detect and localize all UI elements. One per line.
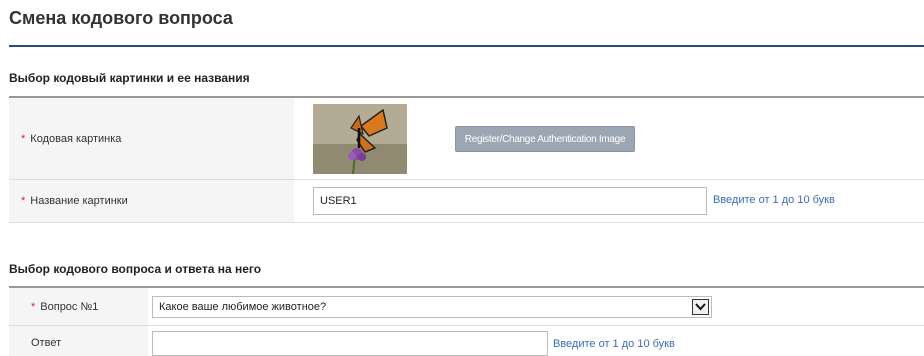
image-settings-table: * Кодовая картинка Register/Change Authe… (9, 96, 924, 223)
answer-row: Ответ Введите от 1 до 10 букв (9, 326, 924, 356)
register-change-image-button[interactable]: Register/Change Authentication Image (455, 126, 635, 152)
image-section-title: Выбор кодовый картинки и ее названия (9, 71, 250, 85)
answer-label: Ответ (31, 336, 62, 349)
page-title: Смена кодового вопроса (9, 8, 233, 28)
image-name-input[interactable] (313, 187, 707, 215)
question-section-title: Выбор кодового вопроса и ответа на него (9, 262, 262, 276)
answer-input[interactable] (152, 331, 548, 356)
answer-label-cell: Ответ (9, 326, 148, 356)
question-label: Вопрос №1 (40, 300, 99, 313)
question-label-cell: * Вопрос №1 (9, 288, 148, 325)
question-row: * Вопрос №1 Какое ваше любимое животное? (9, 288, 924, 326)
image-row-label-cell: * Кодовая картинка (9, 98, 294, 179)
image-name-label-cell: * Название картинки (9, 180, 294, 222)
authentication-image-thumbnail (313, 104, 407, 174)
question-select[interactable]: Какое ваше любимое животное? (152, 296, 712, 318)
question-select-value: Какое ваше любимое животное? (159, 301, 327, 313)
title-divider (9, 45, 924, 47)
required-mark: * (21, 132, 26, 145)
chevron-down-icon[interactable] (692, 299, 709, 315)
answer-hint: Введите от 1 до 10 букв (553, 338, 675, 350)
image-row: * Кодовая картинка Register/Change Authe… (9, 98, 924, 180)
required-mark: * (31, 300, 36, 313)
required-mark: * (21, 195, 26, 207)
image-name-hint: Введите от 1 до 10 букв (713, 194, 835, 206)
image-name-row: * Название картинки Введите от 1 до 10 б… (9, 180, 924, 223)
image-name-label: Название картинки (30, 195, 128, 207)
image-row-label: Кодовая картинка (30, 132, 122, 145)
question-settings-table: * Вопрос №1 Какое ваше любимое животное?… (9, 286, 924, 356)
